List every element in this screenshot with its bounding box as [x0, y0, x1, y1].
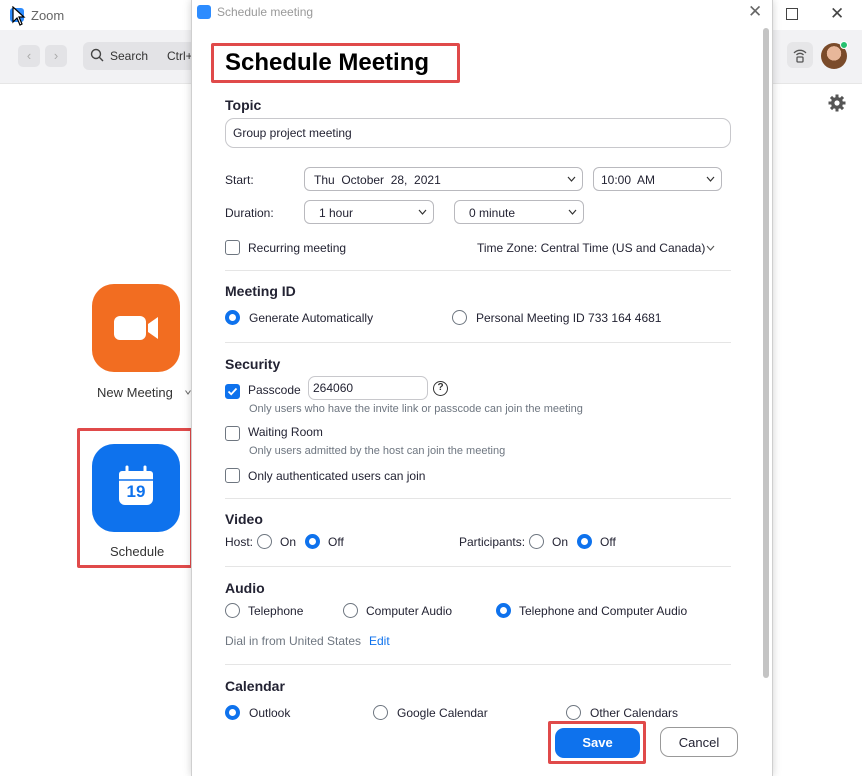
zoom-logo-icon	[197, 5, 211, 19]
security-title: Security	[225, 356, 281, 372]
duration-label: Duration:	[225, 206, 274, 220]
passcode-checkbox[interactable]	[225, 384, 240, 399]
waiting-room-hint: Only users admitted by the host can join…	[249, 445, 506, 457]
dialog-titlebar: Schedule meeting ✕	[192, 0, 772, 26]
outlook-label: Outlook	[249, 706, 291, 720]
recurring-checkbox[interactable]	[225, 240, 240, 255]
outlook-radio[interactable]	[225, 705, 240, 720]
recurring-label: Recurring meeting	[248, 241, 347, 255]
divider	[225, 342, 731, 343]
cancel-button[interactable]: Cancel	[660, 727, 738, 757]
host-video-on-radio[interactable]	[257, 534, 272, 549]
video-camera-icon	[114, 316, 158, 340]
participants-video-on-radio[interactable]	[529, 534, 544, 549]
close-icon[interactable]: ✕	[748, 2, 762, 22]
start-time-value: 10:00 AM	[601, 173, 656, 187]
chevron-down-icon	[418, 209, 427, 215]
participants-video-off-label: Off	[600, 535, 616, 549]
duration-minutes-value: 0 minute	[469, 206, 516, 220]
schedule-highlight	[77, 428, 193, 568]
start-label: Start:	[225, 173, 254, 187]
divider	[225, 270, 731, 271]
share-screen-button[interactable]	[787, 42, 813, 68]
chevron-down-icon	[568, 209, 577, 215]
telephone-radio[interactable]	[225, 603, 240, 618]
computer-audio-label: Computer Audio	[366, 604, 453, 618]
new-meeting-label: New Meeting	[97, 385, 173, 400]
dialog-window-title: Schedule meeting	[217, 5, 314, 19]
schedule-meeting-dialog: Schedule meeting ✕ Schedule Meeting Topi…	[191, 0, 773, 776]
forward-arrow-icon[interactable]: ›	[45, 45, 67, 67]
calendar-title: Calendar	[225, 678, 285, 694]
computer-audio-radio[interactable]	[343, 603, 358, 618]
scrollbar-thumb[interactable]	[763, 28, 769, 678]
timezone-select[interactable]: Time Zone: Central Time (US and Canada)	[477, 241, 705, 255]
waiting-room-checkbox[interactable]	[225, 426, 240, 441]
edit-dial-in-link[interactable]: Edit	[369, 634, 390, 648]
google-calendar-label: Google Calendar	[397, 706, 488, 720]
divider	[225, 566, 731, 567]
generate-automatically-label: Generate Automatically	[249, 311, 374, 325]
waiting-room-label: Waiting Room	[248, 425, 323, 439]
duration-hours-value: 1 hour	[319, 206, 354, 220]
host-video-off-label: Off	[328, 535, 344, 549]
search-shortcut: Ctrl+	[167, 49, 193, 63]
start-time-select[interactable]: 10:00 AM	[593, 167, 722, 191]
authenticated-users-label: Only authenticated users can join	[248, 469, 426, 483]
maximize-icon[interactable]	[786, 8, 798, 20]
host-video-label: Host:	[225, 535, 254, 549]
topic-input[interactable]	[225, 118, 731, 148]
duration-hours-select[interactable]: 1 hour	[304, 200, 434, 224]
gear-icon[interactable]	[828, 94, 846, 112]
heading-highlight	[211, 43, 460, 83]
duration-minutes-select[interactable]: 0 minute	[454, 200, 584, 224]
host-video-on-label: On	[280, 535, 297, 549]
participants-video-off-radio[interactable]	[577, 534, 592, 549]
window-close-icon[interactable]: ✕	[830, 4, 844, 24]
passcode-label: Passcode	[248, 383, 301, 397]
divider	[225, 498, 731, 499]
host-video-off-radio[interactable]	[305, 534, 320, 549]
save-highlight	[548, 721, 646, 764]
passcode-hint: Only users who have the invite link or p…	[249, 403, 583, 415]
other-calendars-label: Other Calendars	[590, 706, 679, 720]
start-date-value: Thu October 28, 2021	[314, 173, 441, 187]
passcode-input[interactable]	[308, 376, 428, 400]
back-arrow-icon[interactable]: ‹	[18, 45, 40, 67]
chevron-down-icon	[567, 176, 576, 182]
google-calendar-radio[interactable]	[373, 705, 388, 720]
participants-video-label: Participants:	[459, 535, 526, 549]
new-meeting-button[interactable]	[92, 284, 180, 372]
meeting-id-title: Meeting ID	[225, 283, 296, 299]
other-calendars-radio[interactable]	[566, 705, 581, 720]
start-date-select[interactable]: Thu October 28, 2021	[304, 167, 583, 191]
telephone-and-computer-audio-label: Telephone and Computer Audio	[519, 604, 688, 618]
chevron-down-icon[interactable]	[706, 245, 715, 251]
video-title: Video	[225, 511, 263, 527]
authenticated-users-checkbox[interactable]	[225, 468, 240, 483]
app-title: Zoom	[31, 8, 65, 23]
checkmark-icon	[227, 387, 238, 396]
dial-in-text: Dial in from United States	[225, 634, 362, 648]
wireless-share-icon	[793, 49, 807, 63]
audio-title: Audio	[225, 580, 265, 596]
help-icon[interactable]: ?	[433, 381, 448, 396]
generate-automatically-radio[interactable]	[225, 310, 240, 325]
telephone-label: Telephone	[248, 604, 304, 618]
online-status-icon	[840, 41, 848, 49]
topic-label: Topic	[225, 97, 262, 113]
mouse-cursor-icon	[12, 6, 26, 26]
divider	[225, 664, 731, 665]
chevron-down-icon	[706, 176, 715, 182]
telephone-and-computer-audio-radio[interactable]	[496, 603, 511, 618]
participants-video-on-label: On	[552, 535, 569, 549]
search-label: Search	[110, 49, 149, 63]
search-icon	[90, 48, 104, 62]
personal-meeting-id-radio[interactable]	[452, 310, 467, 325]
personal-meeting-id-label: Personal Meeting ID 733 164 4681	[476, 311, 662, 325]
